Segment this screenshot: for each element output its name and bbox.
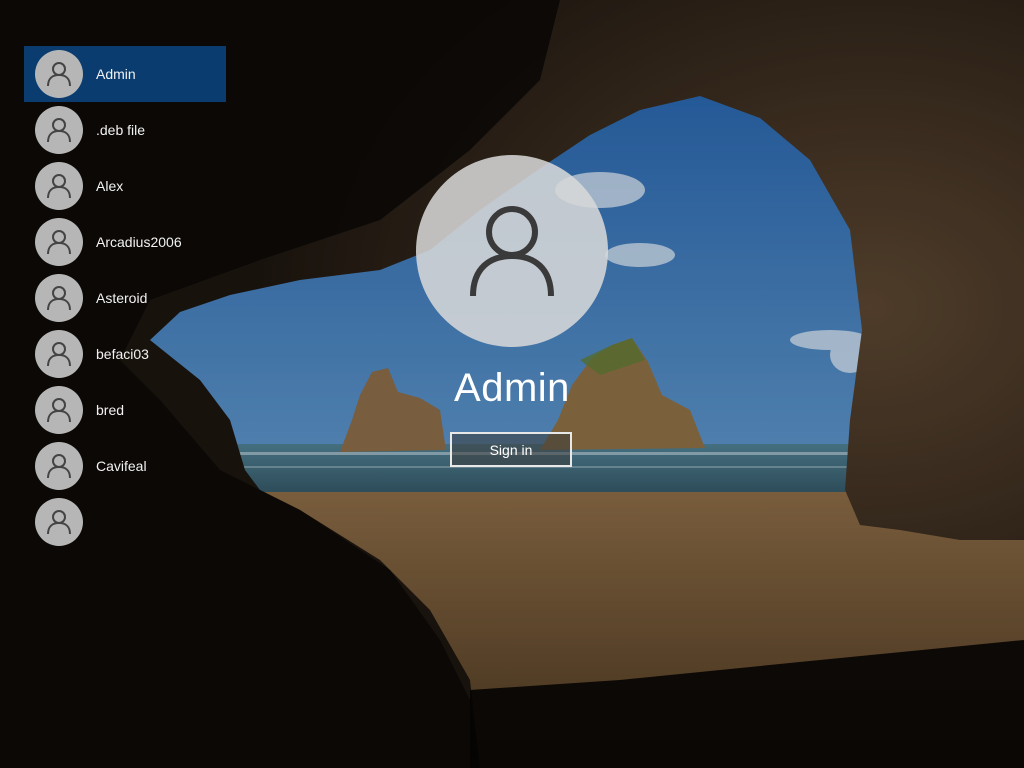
user-item-asteroid[interactable]: Asteroid bbox=[24, 270, 226, 326]
user-name-label: befaci03 bbox=[96, 346, 149, 362]
user-icon bbox=[35, 330, 83, 378]
sign-in-button[interactable]: Sign in bbox=[450, 432, 572, 467]
user-icon bbox=[35, 274, 83, 322]
user-icon bbox=[470, 206, 554, 297]
user-icon bbox=[35, 106, 83, 154]
user-item-alex[interactable]: Alex bbox=[24, 158, 226, 214]
user-name-label: Cavifeal bbox=[96, 458, 147, 474]
user-icon bbox=[35, 218, 83, 266]
user-icon bbox=[35, 162, 83, 210]
lock-screen: Admin .deb file Alex Arcadius2006 Astero… bbox=[0, 0, 1024, 768]
user-name-label: bred bbox=[96, 402, 125, 418]
user-icon bbox=[35, 386, 83, 434]
user-item-cavifeal[interactable]: Cavifeal bbox=[24, 438, 226, 494]
user-icon bbox=[35, 50, 83, 98]
user-name-label: Admin bbox=[96, 66, 136, 82]
user-item-admin[interactable]: Admin bbox=[24, 46, 226, 102]
user-name-label: Arcadius2006 bbox=[96, 234, 182, 250]
user-name-label: Alex bbox=[96, 178, 124, 194]
user-item-befaci03[interactable]: befaci03 bbox=[24, 326, 226, 382]
user-item-deb-file[interactable]: .deb file bbox=[24, 102, 226, 158]
user-icon bbox=[35, 442, 83, 490]
account-avatar bbox=[416, 155, 608, 347]
user-item-unnamed[interactable] bbox=[24, 494, 226, 550]
user-list: Admin .deb file Alex Arcadius2006 Astero… bbox=[24, 46, 226, 550]
user-item-arcadius2006[interactable]: Arcadius2006 bbox=[24, 214, 226, 270]
user-item-bred[interactable]: bred bbox=[24, 382, 226, 438]
user-name-label: Asteroid bbox=[96, 290, 148, 306]
user-icon bbox=[35, 498, 83, 546]
account-name: Admin bbox=[454, 366, 570, 410]
user-name-label: .deb file bbox=[96, 122, 146, 138]
